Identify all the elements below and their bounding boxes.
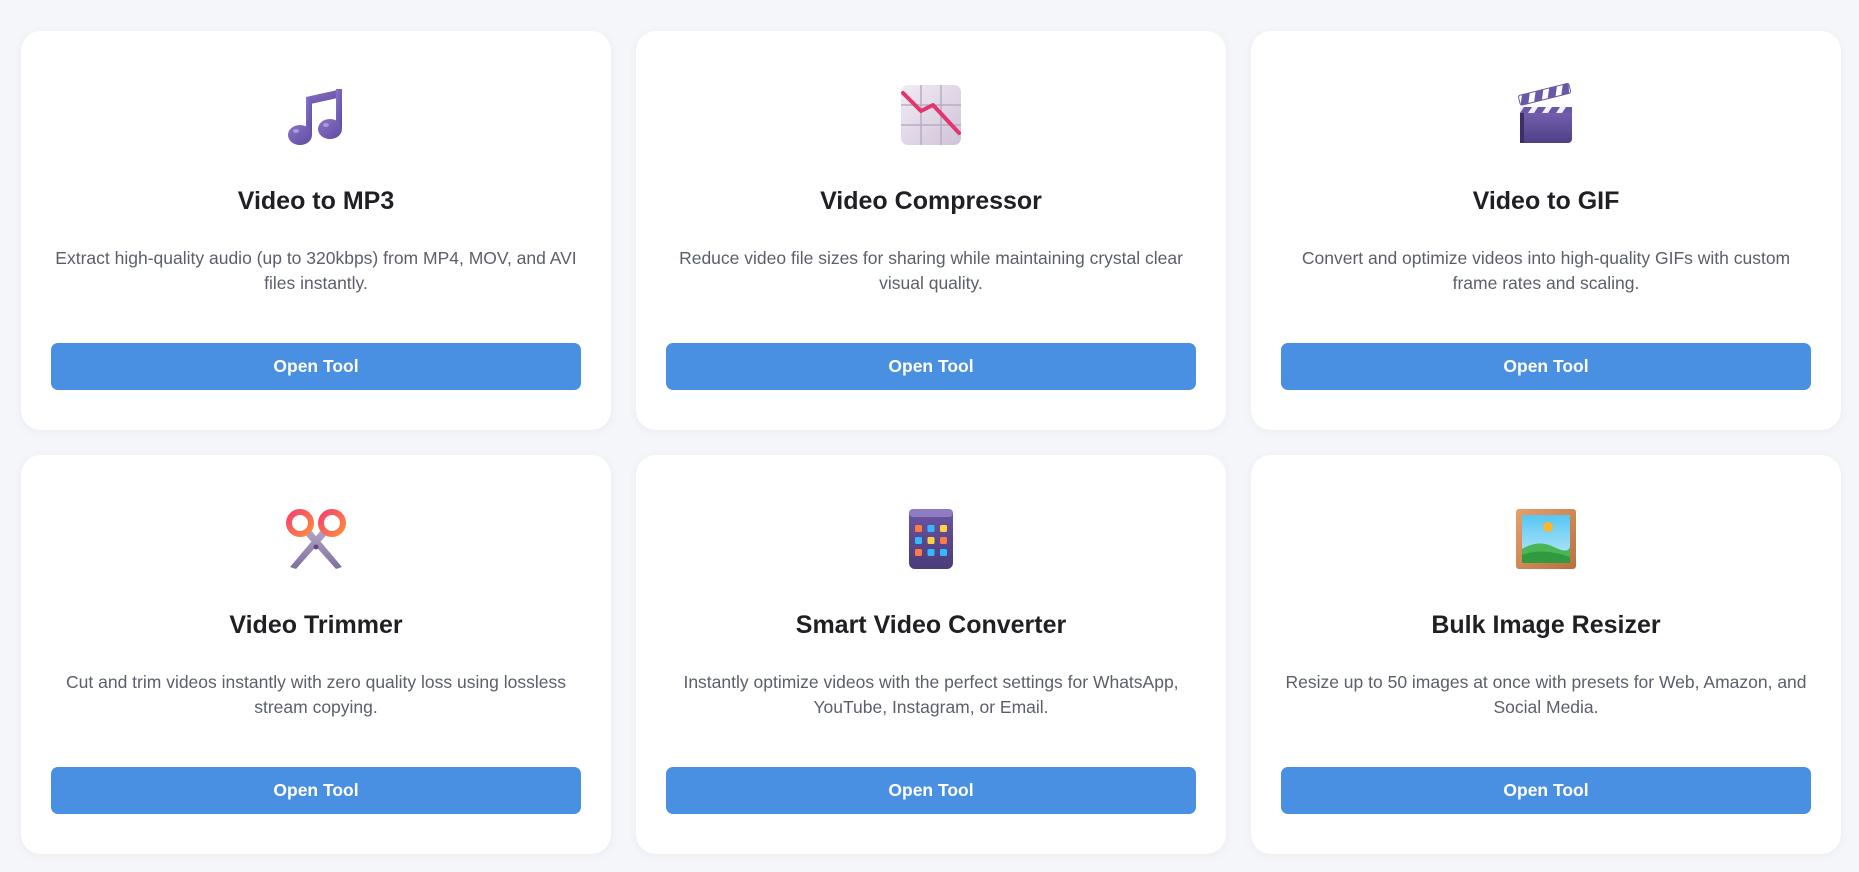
open-tool-button[interactable]: Open Tool [51,767,581,814]
card-title: Smart Video Converter [795,611,1067,639]
music-note-icon [284,83,348,147]
card-description: Reduce video file sizes for sharing whil… [679,248,1183,293]
mobile-phone-icon [899,507,963,571]
card-description: Cut and trim videos instantly with zero … [66,672,566,717]
card-title: Video to MP3 [237,187,395,215]
card-description: Convert and optimize videos into high-qu… [1301,248,1791,293]
card-title: Video Compressor [820,187,1042,215]
card-title: Video to GIF [1472,187,1620,215]
card-description: Extract high-quality audio (up to 320kbp… [55,248,577,293]
tool-card-video-to-mp3: Video to MP3 Extract high-quality audio … [21,31,611,430]
framed-picture-icon [1514,507,1578,571]
open-tool-button[interactable]: Open Tool [1281,343,1811,390]
tool-card-video-to-gif: Video to GIF Convert and optimize videos… [1251,31,1841,430]
open-tool-button[interactable]: Open Tool [666,343,1196,390]
tools-grid: Video to MP3 Extract high-quality audio … [21,31,1841,854]
open-tool-button[interactable]: Open Tool [51,343,581,390]
scissors-icon [284,507,348,571]
card-title: Bulk Image Resizer [1431,611,1661,639]
open-tool-button[interactable]: Open Tool [666,767,1196,814]
clapper-board-icon [1514,83,1578,147]
chart-decreasing-icon [899,83,963,147]
card-title: Video Trimmer [229,611,403,639]
open-tool-button[interactable]: Open Tool [1281,767,1811,814]
tool-card-video-trimmer: Video Trimmer Cut and trim videos instan… [21,455,611,854]
tool-card-video-compressor: Video Compressor Reduce video file sizes… [636,31,1226,430]
card-description: Instantly optimize videos with the perfe… [683,672,1179,717]
card-description: Resize up to 50 images at once with pres… [1285,672,1807,717]
tool-card-bulk-image-resizer: Bulk Image Resizer Resize up to 50 image… [1251,455,1841,854]
tool-card-smart-video-converter: Smart Video Converter Instantly optimize… [636,455,1226,854]
